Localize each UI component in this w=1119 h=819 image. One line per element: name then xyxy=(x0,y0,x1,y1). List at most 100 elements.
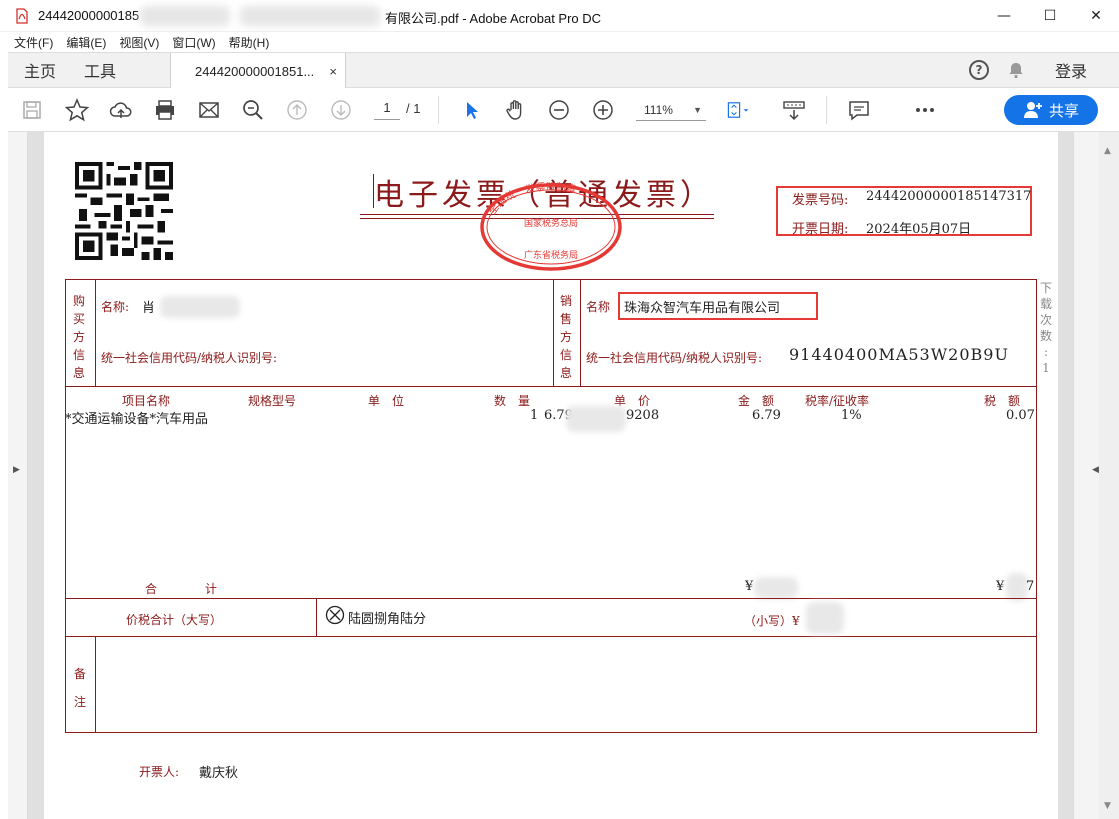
more-options-icon[interactable] xyxy=(913,98,937,122)
tab-document-label: 244420000001851... xyxy=(195,63,315,79)
notification-bell-icon[interactable] xyxy=(1007,61,1025,79)
bookmark-star-icon[interactable] xyxy=(65,98,89,122)
table-divider xyxy=(95,279,96,386)
hand-tool-icon[interactable] xyxy=(503,98,527,122)
table-divider xyxy=(65,636,1037,637)
next-page-icon[interactable] xyxy=(329,98,353,122)
circle-x-icon xyxy=(325,605,345,625)
tab-tools[interactable]: 工具 xyxy=(84,53,154,87)
save-icon[interactable] xyxy=(20,98,44,122)
menu-file[interactable]: 文件(F) xyxy=(14,34,53,51)
window-title-prefix: 24442000000185 xyxy=(38,8,140,23)
column-unit: 单 位 xyxy=(368,394,405,408)
select-cursor-icon[interactable] xyxy=(460,98,484,122)
drawer-label: 开票人: xyxy=(139,765,180,779)
zoom-in-icon[interactable] xyxy=(591,98,615,122)
table-divider xyxy=(65,598,1037,599)
redacted-area xyxy=(754,577,798,599)
expand-right-icon: ◀ xyxy=(1092,465,1099,475)
drawer-name: 戴庆秋 xyxy=(199,766,239,781)
remarks-label: 备注 xyxy=(73,667,86,709)
qr-code xyxy=(75,162,173,260)
table-divider xyxy=(95,636,96,733)
seal-bottom-text: 广东省税务局 xyxy=(524,249,578,261)
row-amount: 6.79 xyxy=(752,408,781,423)
total-tax-tail: 7 xyxy=(1026,579,1035,594)
left-panel-toggle[interactable]: ▶ xyxy=(8,132,28,819)
pdf-page: 电子发票（普通发票） 全国统一发票监制章 国家税务总局 广东省税务局 发票号码:… xyxy=(44,132,1058,819)
tab-bar: 主页 工具 244420000001851... × ? 登录 xyxy=(8,52,1119,89)
column-tax: 税 额 xyxy=(984,394,1021,408)
svg-text:全国统一发票监制章: 全国统一发票监制章 xyxy=(485,182,577,217)
column-spec: 规格型号 xyxy=(248,394,297,408)
grand-total-words: 陆圆捌角陆分 xyxy=(348,612,427,627)
buyer-name: 肖 xyxy=(142,301,156,316)
tab-close-icon[interactable]: × xyxy=(329,64,337,79)
tab-home[interactable]: 主页 xyxy=(24,53,74,87)
row-qty: 1 xyxy=(530,408,539,423)
seller-section-label: 销售方信息 xyxy=(559,294,572,380)
menu-window[interactable]: 窗口(W) xyxy=(172,34,215,51)
zoom-level-select[interactable]: 111% ▼ xyxy=(636,99,706,121)
window-title-suffix: 有限公司.pdf - Adobe Acrobat Pro DC xyxy=(385,11,602,26)
tabbar-right: ? 登录 xyxy=(968,53,1119,87)
scroll-mode-icon[interactable] xyxy=(782,98,806,122)
toolbar-divider xyxy=(438,96,439,124)
fit-page-icon[interactable] xyxy=(726,98,750,122)
window-titlebar: 24442000000185 有限公司.pdf - Adobe Acrobat … xyxy=(0,0,1119,32)
redacted-area xyxy=(140,6,230,26)
column-item: 项目名称 xyxy=(122,394,171,408)
table-divider xyxy=(65,386,1037,387)
menu-edit[interactable]: 编辑(E) xyxy=(66,34,106,51)
scroll-down-icon[interactable]: ▼ xyxy=(1104,801,1111,811)
add-person-icon xyxy=(1023,102,1042,118)
toolbar-divider xyxy=(826,96,827,124)
invoice-number: 24442000000185147317 xyxy=(866,189,1032,204)
menu-view[interactable]: 视图(V) xyxy=(119,34,159,51)
menu-help[interactable]: 帮助(H) xyxy=(229,34,270,51)
seller-name-label: 名称 xyxy=(586,300,611,314)
toolbar: 1 / 1 111% ▼ 共享 xyxy=(8,88,1119,132)
redacted-area xyxy=(566,406,626,432)
share-button[interactable]: 共享 xyxy=(1004,95,1098,125)
page-number-input[interactable]: 1 xyxy=(374,100,400,120)
expand-left-icon: ▶ xyxy=(13,465,20,475)
zoom-level-value: 111% xyxy=(644,102,673,117)
pdf-file-icon xyxy=(16,7,28,24)
grand-total-label: 价税合计（大写） xyxy=(126,613,223,627)
document-area: ▶ ◀ ▲ ▼ 电子发票（普通发票） 全国统一发票监制章 国家税务总局 广东省税… xyxy=(8,132,1119,819)
grand-total-small-label: （小写）¥ xyxy=(744,614,800,628)
chevron-down-icon: ▼ xyxy=(693,104,702,115)
invoice-date-label: 开票日期: xyxy=(792,222,849,237)
invoice-date: 2024年05月07日 xyxy=(866,222,972,237)
tax-bureau-seal: 全国统一发票监制章 国家税务总局 广东省税务局 xyxy=(480,182,622,271)
scroll-up-icon[interactable]: ▲ xyxy=(1104,146,1111,156)
total-tax-currency: ¥ xyxy=(996,579,1005,594)
zoom-search-icon[interactable] xyxy=(241,98,265,122)
login-link[interactable]: 登录 xyxy=(1055,58,1087,82)
redacted-area xyxy=(806,602,844,634)
cloud-upload-icon[interactable] xyxy=(109,98,133,122)
minimize-button[interactable]: — xyxy=(981,0,1027,32)
row-item: *交通运输设备*汽车用品 xyxy=(65,412,209,427)
column-rate: 税率/征收率 xyxy=(805,394,870,408)
comment-icon[interactable] xyxy=(847,98,871,122)
zoom-out-icon[interactable] xyxy=(547,98,571,122)
close-button[interactable]: ✕ xyxy=(1073,0,1119,32)
tab-document[interactable]: 244420000001851... × xyxy=(170,53,346,89)
total-amount-currency: ¥ xyxy=(745,579,754,594)
print-icon[interactable] xyxy=(153,98,177,122)
buyer-tax-id-label: 统一社会信用代码/纳税人识别号: xyxy=(101,351,278,365)
seller-tax-id-label: 统一社会信用代码/纳税人识别号: xyxy=(586,351,763,365)
previous-page-icon[interactable] xyxy=(285,98,309,122)
share-button-label: 共享 xyxy=(1048,102,1079,120)
maximize-button[interactable]: ☐ xyxy=(1027,0,1073,32)
email-icon[interactable] xyxy=(197,98,221,122)
buyer-name-label: 名称: xyxy=(101,300,130,314)
menu-bar: 文件(F) 编辑(E) 视图(V) 窗口(W) 帮助(H) xyxy=(0,32,1119,52)
table-divider xyxy=(553,279,554,386)
window-controls: — ☐ ✕ xyxy=(981,0,1119,32)
page-total: / 1 xyxy=(406,101,421,116)
vertical-scrollbar[interactable]: ▲ ▼ xyxy=(1099,132,1119,819)
help-icon[interactable]: ? xyxy=(968,60,989,80)
